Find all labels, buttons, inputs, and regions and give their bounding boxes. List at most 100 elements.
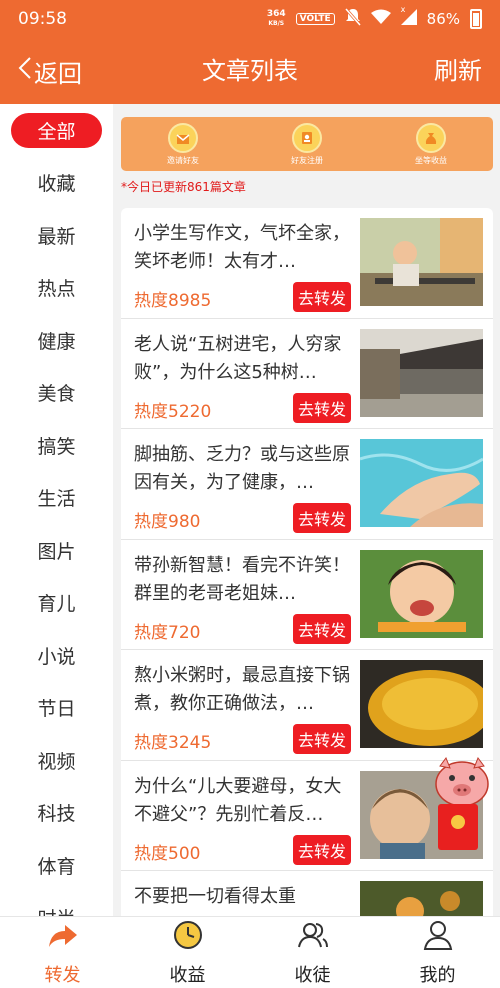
category-favorites[interactable]: 收藏 [0,157,113,210]
category-label: 健康 [37,330,76,353]
update-note: *今日已更新861篇文章 [121,180,246,194]
tab-recruit[interactable]: 收徒 [250,917,375,988]
clock-icon [172,919,204,955]
category-label: 视频 [37,750,76,773]
status-bar: 09:58 364 KB/S VOLTE x 86% [0,0,500,38]
category-pictures[interactable]: 图片 [0,524,113,577]
back-button[interactable]: 返回 [18,38,82,104]
share-button[interactable]: 去转发 [293,282,352,312]
category-parenting[interactable]: 育儿 [0,577,113,630]
article-heat: 热度3245 [134,733,212,753]
article-title: 老人说“五树进宅，人穷家败”，为什么这5种树… [134,333,342,383]
invite-icon [168,122,198,153]
signal-icon: x [400,5,417,29]
invite-friends-button[interactable]: 邀请好友 [167,122,199,166]
category-novel[interactable]: 小说 [0,629,113,682]
article-heat: 热度5220 [134,401,212,422]
category-funny[interactable]: 搞笑 [0,419,113,472]
share-arrow-icon [47,919,79,955]
net-speed: 364 KB/S [267,10,286,28]
share-button[interactable]: 去转发 [293,613,352,644]
category-label: 搞笑 [37,435,76,458]
no-service-mark: x [400,5,406,14]
volte-badge: VOLTE [295,13,335,25]
banner-label: 邀请好友 [167,155,199,165]
tab-earnings[interactable]: 收益 [125,917,250,988]
net-speed-unit: KB/S [268,20,285,27]
category-holiday[interactable]: 节日 [0,682,113,735]
tab-share[interactable]: 转发 [0,917,125,988]
category-food[interactable]: 美食 [0,367,113,420]
category-sports[interactable]: 体育 [0,839,113,892]
category-label: 小说 [37,645,76,668]
category-health[interactable]: 健康 [0,314,113,367]
wifi-icon [370,9,391,29]
article-item[interactable]: 老人说“五树进宅，人穷家败”，为什么这5种树… 热度5220 去转发 [121,318,493,429]
category-label: 美食 [37,383,76,406]
bottom-tab-bar: 转发 收益 收徒 我的 [0,916,500,988]
article-thumbnail [360,549,483,638]
category-label: 节日 [37,698,76,721]
category-label: 育儿 [37,593,76,616]
tab-label: 收益 [169,964,206,986]
article-heat: 热度720 [134,622,201,643]
article-heat: 热度500 [134,843,201,864]
status-time: 09:58 [18,9,67,29]
article-item[interactable]: 小学生写作文，气坏全家，笑坏老师！太有才… 热度8985 去转发 [121,208,493,319]
share-button[interactable]: 去转发 [293,392,352,423]
banner-label: 好友注册 [291,155,323,165]
tab-label: 收徒 [294,964,331,986]
mute-icon [344,8,361,30]
article-item[interactable]: 脚抽筋、乏力？或与这些原因有关，为了健康，… 热度980 去转发 [121,429,493,540]
article-heat: 热度980 [134,512,201,532]
tab-label: 我的 [419,964,456,986]
net-speed-value: 364 [266,9,286,19]
share-button[interactable]: 去转发 [293,724,352,754]
article-title: 带孙新智慧！看完不许笑！群里的老哥老姐妹… [134,554,350,604]
article-item[interactable]: 熬小米粥时，最忌直接下锅煮，教你正确做法，… 热度3245 去转发 [121,650,493,761]
category-label: 科技 [37,803,76,826]
category-label: 最新 [37,225,76,248]
category-tech[interactable]: 科技 [0,787,113,840]
category-hot[interactable]: 热点 [0,262,113,315]
article-title: 脚抽筋、乏力？或与这些原因有关，为了健康，… [134,444,350,493]
article-item[interactable]: 不要把一切看得太重 [121,871,493,916]
category-fashion[interactable]: 时尚 [0,892,113,916]
register-icon [292,122,322,153]
article-item[interactable]: 带孙新智慧！看完不许笑！群里的老哥老姐妹… 热度720 去转发 [121,539,493,650]
category-label: 生活 [37,488,76,511]
category-latest[interactable]: 最新 [0,209,113,262]
header: 返回 文章列表 刷新 [0,38,500,104]
category-video[interactable]: 视频 [0,734,113,787]
category-life[interactable]: 生活 [0,472,113,525]
refresh-button[interactable]: 刷新 [434,38,482,104]
wait-earnings-button[interactable]: 坐等收益 [415,122,447,166]
share-button[interactable]: 去转发 [293,503,352,533]
article-thumbnail [360,218,483,306]
people-icon [297,919,329,955]
category-label: 时尚 [37,904,75,916]
share-button[interactable]: 去转发 [293,834,352,865]
article-heat: 热度8985 [134,291,212,311]
money-bag-icon [416,122,446,153]
tab-mine[interactable]: 我的 [375,917,500,988]
status-icons: 364 KB/S VOLTE x 86% [267,5,482,30]
red-packet-float-icon[interactable] [428,754,494,854]
category-sidebar: 全部 收藏 最新 热点 健康 美食 搞笑 生活 图片 育儿 小说 节日 视频 科… [0,104,113,916]
category-label: 热点 [37,278,76,301]
friend-register-button[interactable]: 好友注册 [291,122,323,166]
article-title: 小学生写作文，气坏全家，笑坏老师！太有才… [134,223,350,272]
back-label: 返回 [34,59,82,88]
battery-icon [470,9,482,29]
article-thumbnail [360,439,483,527]
chevron-left-icon [18,56,32,87]
tab-label: 转发 [44,964,81,986]
banner-label: 坐等收益 [415,155,447,165]
category-label: 收藏 [37,173,76,196]
person-icon [422,919,454,955]
article-title: 熬小米粥时，最忌直接下锅煮，教你正确做法，… [134,665,350,714]
category-label: 体育 [37,855,76,878]
article-title: 为什么“儿大要避母，女大不避父”？先别忙着反… [134,775,342,825]
reward-banner: 邀请好友 好友注册 坐等收益 [121,117,493,171]
category-all[interactable]: 全部 [0,104,113,157]
